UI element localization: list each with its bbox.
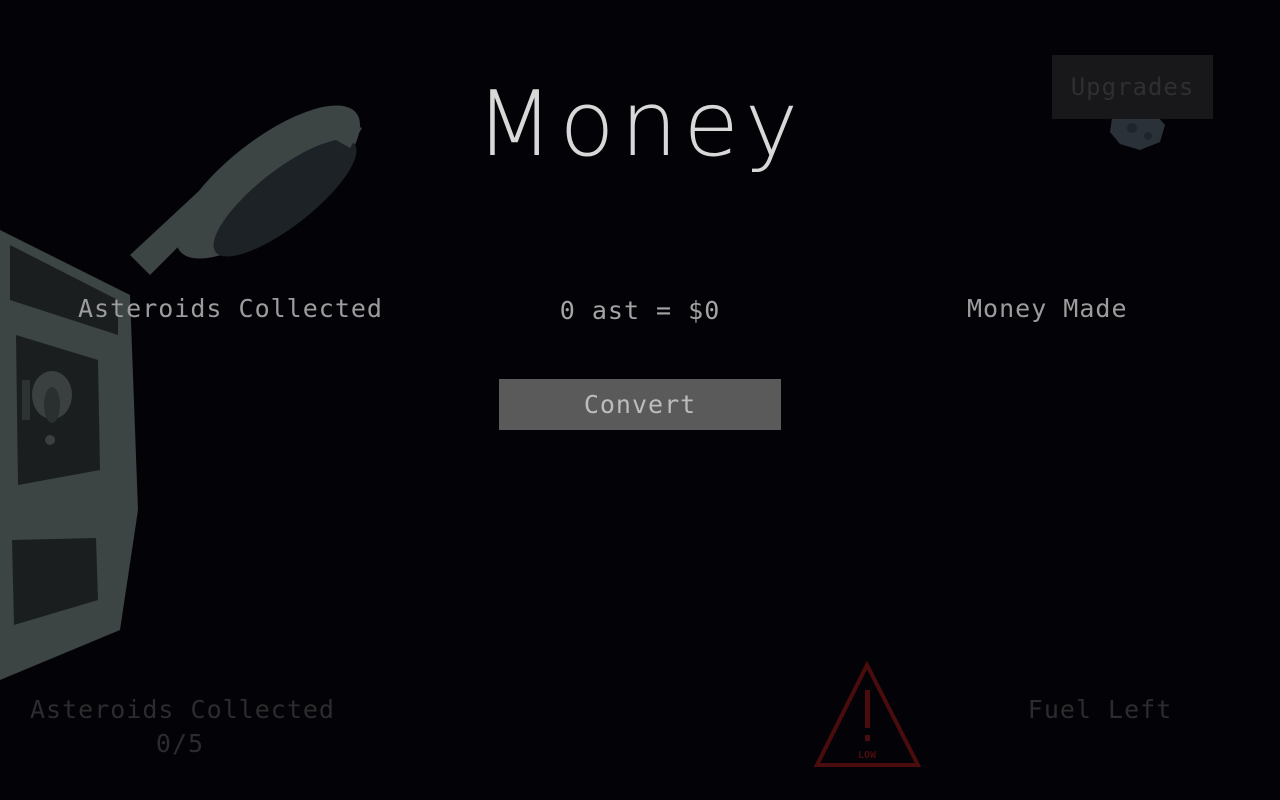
low-fuel-text: LOW (858, 750, 877, 761)
hud-asteroids-label: Asteroids Collected (30, 695, 335, 724)
money-made-label: Money Made (967, 294, 1128, 323)
hud-fuel-label: Fuel Left (1027, 695, 1173, 724)
convert-button[interactable]: Convert (499, 379, 781, 430)
hud-asteroids-count: 0/5 (155, 729, 205, 758)
hud-asteroids: Asteroids Collected 0/5 (30, 693, 335, 761)
upgrades-button[interactable]: Upgrades (1052, 55, 1213, 119)
hud-fuel: Fuel Left (1000, 693, 1200, 727)
